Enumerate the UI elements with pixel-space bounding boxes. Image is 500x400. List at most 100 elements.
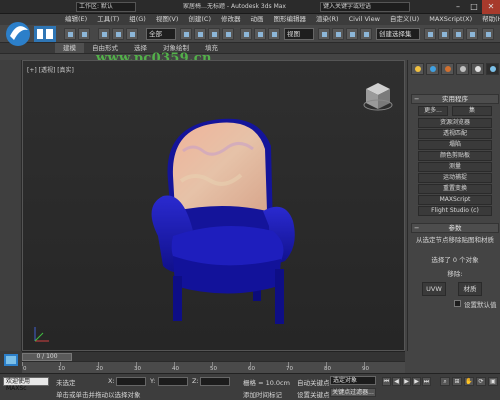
- selection-filter-select[interactable]: 全部: [146, 28, 176, 40]
- reference-coordinate-select[interactable]: 视图: [284, 28, 314, 40]
- grid-size: 栅格 = 10.0cm: [243, 379, 290, 387]
- link-icon[interactable]: [98, 28, 110, 40]
- maxscript-mini-listener[interactable]: 欢迎使用 MAXSc: [3, 377, 49, 392]
- bind-space-warp-icon[interactable]: [126, 28, 138, 40]
- menu-modifiers[interactable]: 修改器: [216, 14, 246, 25]
- chair-model[interactable]: [23, 61, 406, 352]
- reset-xform-button[interactable]: 重置变换: [418, 184, 492, 194]
- percent-snap-icon[interactable]: [360, 28, 372, 40]
- material-editor-icon[interactable]: [466, 28, 478, 40]
- uvw-button[interactable]: UVW: [422, 282, 446, 296]
- menu-edit[interactable]: 编辑(E): [60, 14, 92, 25]
- goto-start-icon[interactable]: ⏮: [382, 377, 391, 386]
- zoom-all-icon[interactable]: ⊞: [452, 377, 462, 386]
- motion-capture-button[interactable]: 运动捕捉: [418, 173, 492, 183]
- named-selection-set[interactable]: 创建选择集: [376, 28, 420, 40]
- window-crossing-icon[interactable]: [222, 28, 234, 40]
- track-bar[interactable]: 0 10 20 30 40 50 60 70 80 90: [22, 361, 405, 373]
- set-key-label[interactable]: 设置关键点: [297, 389, 330, 399]
- collapse-button[interactable]: 塌陷: [418, 140, 492, 150]
- unlink-icon[interactable]: [112, 28, 124, 40]
- menu-help[interactable]: 帮助(H): [477, 14, 500, 25]
- maximize-viewport-icon[interactable]: ▣: [488, 377, 498, 386]
- auto-key-label[interactable]: 自动关键点: [297, 377, 330, 387]
- redo-icon[interactable]: [78, 28, 90, 40]
- tick-label: 70: [286, 366, 293, 372]
- menu-group[interactable]: 组(G): [124, 14, 151, 25]
- color-clipboard-button[interactable]: 颜色剪贴板: [418, 151, 492, 161]
- undo-icon[interactable]: [64, 28, 76, 40]
- z-coordinate-field[interactable]: [200, 377, 230, 386]
- layer-icon[interactable]: [452, 28, 464, 40]
- rotate-icon[interactable]: [254, 28, 266, 40]
- key-filters-button[interactable]: 关键点过滤器...: [330, 388, 376, 397]
- tick-label: 60: [248, 366, 255, 372]
- maximize-button[interactable]: □: [466, 0, 482, 14]
- workspace-select[interactable]: 工作区: 默认: [76, 2, 136, 12]
- menu-rendering[interactable]: 渲染(R): [311, 14, 344, 25]
- next-frame-icon[interactable]: ▶: [412, 377, 421, 386]
- menu-civil-view[interactable]: Civil View: [344, 14, 385, 25]
- prev-frame-icon[interactable]: ◀: [392, 377, 401, 386]
- search-field[interactable]: 键入关键字或短语: [320, 2, 410, 12]
- select-object-icon[interactable]: [180, 28, 192, 40]
- flight-studio-button[interactable]: Flight Studio (c): [418, 206, 492, 216]
- x-label: X:: [108, 377, 115, 385]
- y-coordinate-field[interactable]: [158, 377, 188, 386]
- menu-tools[interactable]: 工具(T): [92, 14, 124, 25]
- play-icon[interactable]: ▶: [402, 377, 411, 386]
- tick-label: 80: [324, 366, 331, 372]
- perspective-viewport[interactable]: [+] [透视] [真实]: [22, 60, 405, 351]
- display-tab-icon[interactable]: [471, 63, 484, 75]
- menu-customize[interactable]: 自定义(U): [385, 14, 424, 25]
- sets-button[interactable]: 集: [452, 106, 492, 116]
- measure-button[interactable]: 测量: [418, 162, 492, 172]
- listener-icon[interactable]: [0, 351, 22, 373]
- move-icon[interactable]: [240, 28, 252, 40]
- select-by-name-icon[interactable]: [194, 28, 206, 40]
- parameters-rollout-header[interactable]: 参数: [411, 223, 499, 233]
- modify-tab-icon[interactable]: [426, 63, 439, 75]
- angle-snap-icon[interactable]: [346, 28, 358, 40]
- utilities-tab-icon[interactable]: [486, 63, 499, 75]
- menu-maxscript[interactable]: MAXScript(X): [424, 14, 477, 25]
- close-button[interactable]: ✕: [482, 0, 500, 14]
- utilities-rollout-header[interactable]: 实用程序: [411, 94, 499, 104]
- menu-animation[interactable]: 动画: [246, 14, 269, 25]
- maxscript-button[interactable]: MAXScript: [418, 195, 492, 205]
- y-label: Y:: [150, 377, 156, 385]
- pan-icon[interactable]: ✋: [464, 377, 474, 386]
- more-button[interactable]: 更多...: [418, 106, 448, 116]
- align-icon[interactable]: [438, 28, 450, 40]
- pivot-icon[interactable]: [318, 28, 330, 40]
- menu-create[interactable]: 创建(C): [183, 14, 216, 25]
- hierarchy-tab-icon[interactable]: [441, 63, 454, 75]
- material-button[interactable]: 材质: [458, 282, 482, 296]
- render-icon[interactable]: [482, 28, 494, 40]
- minimize-button[interactable]: –: [450, 0, 466, 14]
- menu-graph-editors[interactable]: 图形编辑器: [269, 14, 312, 25]
- tick-label: 20: [96, 366, 103, 372]
- goto-end-icon[interactable]: ⏭: [422, 377, 431, 386]
- set-default-checkbox[interactable]: [454, 300, 461, 307]
- create-tab-icon[interactable]: [411, 63, 424, 75]
- rect-selection-icon[interactable]: [208, 28, 220, 40]
- selected-object-select[interactable]: 选定对象: [330, 376, 376, 385]
- orbit-icon[interactable]: ⟳: [476, 377, 486, 386]
- asset-browser-button[interactable]: 资源浏览器: [418, 118, 492, 128]
- snap-icon[interactable]: [332, 28, 344, 40]
- scale-icon[interactable]: [268, 28, 280, 40]
- add-time-tag[interactable]: 添加时间标记: [243, 389, 282, 399]
- time-slider-thumb[interactable]: 0 / 100: [22, 353, 72, 361]
- menu-bar: 编辑(E) 工具(T) 组(G) 视图(V) 创建(C) 修改器 动画 图形编辑…: [0, 14, 500, 25]
- x-coordinate-field[interactable]: [116, 377, 146, 386]
- remove-label: 移除:: [447, 270, 463, 278]
- perspective-match-button[interactable]: 透视匹配: [418, 129, 492, 139]
- motion-tab-icon[interactable]: [456, 63, 469, 75]
- time-slider[interactable]: 0 / 100: [22, 351, 405, 361]
- command-panel: 实用程序 更多... 集 资源浏览器 透视匹配 塌陷 颜色剪贴板 测量 运动捕捉…: [407, 60, 500, 351]
- mirror-icon[interactable]: [424, 28, 436, 40]
- zoom-icon[interactable]: ⌕: [440, 377, 450, 386]
- menu-views[interactable]: 视图(V): [151, 14, 184, 25]
- tick-label: 40: [172, 366, 179, 372]
